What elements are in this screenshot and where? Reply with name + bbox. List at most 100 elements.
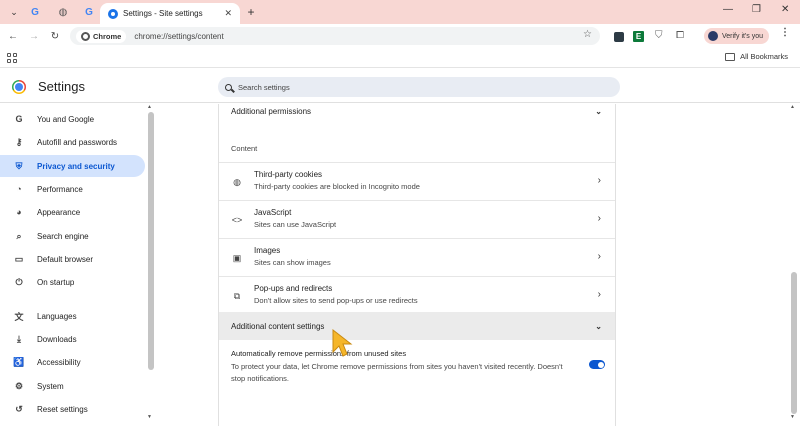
- globe-icon: ◍: [58, 6, 68, 18]
- search-icon: [225, 83, 232, 91]
- sidebar-item-autofill[interactable]: ⚷ Autofill and passwords: [0, 131, 145, 153]
- forward-arrow-icon[interactable]: →: [26, 28, 42, 44]
- power-icon: ⏻: [15, 276, 23, 287]
- chrome-chip[interactable]: Chrome: [76, 29, 127, 43]
- sidebar-item-default-browser[interactable]: ▭ Default browser: [0, 248, 145, 270]
- images-row[interactable]: ▣ Images Sites can show images ›: [219, 238, 615, 276]
- chevron-right-icon: ›: [597, 213, 601, 224]
- image-icon: ▣: [232, 252, 242, 263]
- sidebar-item-performance[interactable]: ◔ Performance: [0, 178, 145, 200]
- sidebar-item-on-startup[interactable]: ⏻ On startup: [0, 271, 145, 293]
- all-bookmarks-button[interactable]: All Bookmarks: [725, 52, 788, 61]
- google-g-icon: G: [31, 6, 39, 18]
- back-arrow-icon[interactable]: ←: [5, 28, 21, 44]
- additional-permissions-row[interactable]: Additional permissions ⌄: [219, 104, 615, 118]
- restore-button[interactable]: ❐: [752, 4, 761, 15]
- palette-icon: ◕: [16, 207, 22, 217]
- extension-e-icon[interactable]: E: [633, 31, 644, 42]
- popups-redirects-row[interactable]: ⧉ Pop-ups and redirects Don't allow site…: [219, 276, 615, 314]
- auto-remove-title: Automatically remove permissions from un…: [231, 349, 407, 358]
- sidebar-item-downloads[interactable]: ⤓ Downloads: [0, 328, 145, 350]
- row-subtitle: Sites can show images: [254, 258, 331, 267]
- sidebar-item-label: Accessibility: [37, 357, 81, 367]
- mouse-cursor-icon: [332, 328, 353, 357]
- avatar: [708, 31, 718, 41]
- translate-icon: 文: [14, 311, 24, 322]
- sidebar-item-label: Search engine: [37, 231, 89, 241]
- page-title: Settings: [38, 79, 85, 94]
- sidebar-item-languages[interactable]: 文 Languages: [0, 305, 145, 327]
- tab-search-chevron-icon[interactable]: ⌄: [6, 4, 22, 20]
- sidebar-item-privacy[interactable]: ⛨ Privacy and security: [0, 155, 145, 177]
- reload-icon[interactable]: ↻: [47, 28, 63, 44]
- all-bookmarks-label: All Bookmarks: [740, 52, 788, 61]
- sidebar-item-label: Performance: [37, 184, 83, 194]
- page-scrollbar-thumb[interactable]: [791, 272, 797, 414]
- sidebar-item-label: System: [37, 381, 64, 391]
- tab-globe[interactable]: ◍: [52, 4, 74, 20]
- url-text[interactable]: chrome://settings/content: [134, 32, 223, 41]
- chevron-down-icon: ⌄: [595, 106, 602, 116]
- tab-google-1[interactable]: G: [24, 4, 46, 20]
- search-settings-box[interactable]: [218, 77, 620, 97]
- sidebar-item-label: On startup: [37, 277, 75, 287]
- auto-remove-description: To protect your data, let Chrome remove …: [231, 362, 563, 383]
- row-title: JavaScript: [254, 208, 292, 217]
- address-bar[interactable]: Chrome chrome://settings/content ☆: [70, 27, 600, 45]
- browser-icon: ▭: [14, 253, 24, 264]
- key-icon: ⚷: [15, 136, 23, 147]
- chip-label: Chrome: [93, 31, 122, 41]
- code-icon: <>: [231, 215, 243, 225]
- shield-extension-icon[interactable]: ⛉: [655, 30, 663, 41]
- wrench-icon: ⚙: [14, 380, 24, 391]
- settings-header: Settings: [0, 69, 800, 103]
- folder-icon: [725, 52, 736, 61]
- sidebar-item-reset-settings[interactable]: ↺ Reset settings: [0, 398, 145, 420]
- sidebar-item-accessibility[interactable]: ♿ Accessibility: [0, 351, 145, 373]
- chevron-right-icon: ›: [597, 175, 601, 186]
- row-subtitle: Sites can use JavaScript: [254, 220, 337, 229]
- additional-content-settings-label: Additional content settings: [231, 321, 325, 331]
- chevron-right-icon: ›: [597, 251, 601, 262]
- sidebar-scroll-down-icon[interactable]: ▼: [147, 414, 152, 420]
- speedometer-icon: ◔: [16, 184, 22, 194]
- profile-verify-button[interactable]: Verify it's you: [704, 28, 770, 44]
- browser-menu-icon[interactable]: ⋮: [780, 27, 790, 38]
- page-scroll-up-icon[interactable]: ▲: [790, 104, 795, 110]
- bookmark-star-icon[interactable]: ☆: [583, 29, 592, 40]
- sidebar-item-label: Downloads: [37, 334, 77, 344]
- settings-gear-icon: [108, 8, 118, 19]
- cookie-icon: ◍: [233, 176, 241, 187]
- tab-title: Settings - Site settings: [123, 9, 203, 18]
- additional-permissions-label: Additional permissions: [231, 106, 312, 116]
- sidebar-item-you-and-google[interactable]: G You and Google: [0, 108, 145, 130]
- extension-dark-icon[interactable]: [614, 32, 624, 42]
- puzzle-extensions-icon[interactable]: ⧠: [676, 30, 684, 41]
- new-tab-button[interactable]: +: [243, 4, 259, 20]
- google-g-icon: G: [15, 114, 23, 124]
- content-section-label: Content: [231, 144, 258, 153]
- javascript-row[interactable]: <> JavaScript Sites can use JavaScript ›: [219, 200, 615, 238]
- chrome-logo-icon: [12, 80, 26, 94]
- sidebar-scroll-up-icon[interactable]: ▲: [147, 104, 152, 110]
- chevron-down-icon: ⌄: [595, 321, 602, 331]
- apps-grid-icon[interactable]: [7, 53, 17, 63]
- additional-content-settings-row[interactable]: Additional content settings ⌄: [219, 312, 615, 340]
- chevron-right-icon: ›: [597, 289, 601, 300]
- minimize-button[interactable]: —: [723, 4, 733, 15]
- page-scroll-down-icon[interactable]: ▼: [790, 414, 795, 420]
- sidebar-item-search-engine[interactable]: ⌕ Search engine: [0, 225, 145, 247]
- auto-remove-toggle[interactable]: [589, 360, 605, 369]
- tab-settings-active[interactable]: Settings - Site settings ✕: [100, 3, 240, 24]
- sidebar-item-label: You and Google: [37, 114, 95, 124]
- third-party-cookies-row[interactable]: ◍ Third-party cookies Third-party cookie…: [219, 162, 615, 200]
- tab-close-icon[interactable]: ✕: [224, 8, 232, 19]
- sidebar-item-appearance[interactable]: ◕ Appearance: [0, 201, 145, 223]
- google-g-icon: G: [85, 6, 93, 18]
- window-close-button[interactable]: ✕: [781, 4, 789, 15]
- sidebar-item-system[interactable]: ⚙ System: [0, 375, 145, 397]
- row-title: Third-party cookies: [254, 170, 323, 179]
- sidebar-item-label: Autofill and passwords: [37, 137, 118, 147]
- search-input[interactable]: [238, 82, 598, 92]
- tab-google-2[interactable]: G: [78, 4, 100, 20]
